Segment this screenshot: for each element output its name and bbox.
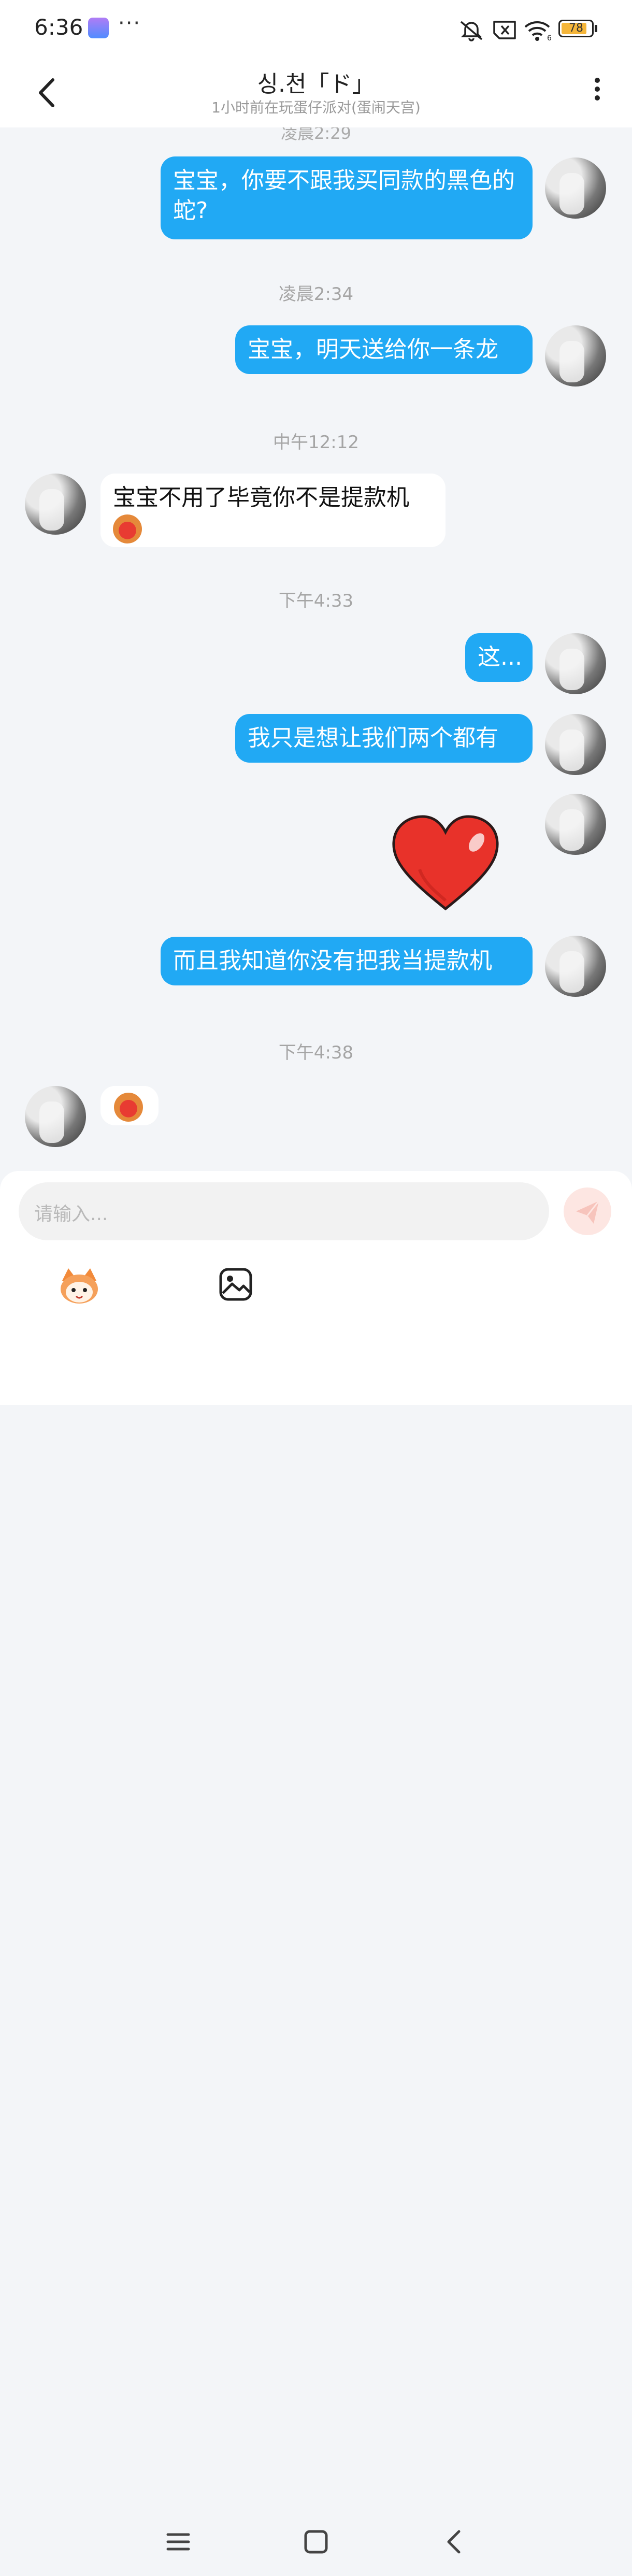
message-text: 宝宝不用了毕竟你不是提款机	[113, 484, 409, 511]
avatar-contact[interactable]	[25, 474, 86, 535]
input-panel: 请输入...	[0, 1171, 632, 2554]
message-bubble-contact[interactable]: 宝宝不用了毕竟你不是提款机	[100, 474, 446, 547]
chat-messages[interactable]: 凌晨2:29 宝宝，你要不跟我买同款的黑色的蛇? 凌晨2:34 宝宝，明天送给你…	[0, 127, 632, 1171]
heart-sticker-icon[interactable]	[389, 812, 502, 916]
message-bubble-contact[interactable]	[100, 1086, 159, 1125]
timestamp: 中午12:12	[273, 432, 359, 453]
timestamp: 凌晨2:29	[281, 127, 351, 143]
chat-header: 싱.천「ド」 1小时前在玩蛋仔派对(蛋闹天宫)	[0, 57, 632, 127]
message-bubble-self[interactable]: 宝宝，明天送给你一条龙	[235, 325, 533, 374]
input-placeholder: 请输入...	[34, 1204, 108, 1225]
chat-title[interactable]: 싱.천「ド」	[0, 65, 632, 98]
message-bubble-self[interactable]: 这...	[465, 633, 533, 682]
more-icon	[595, 78, 600, 83]
status-more: ···	[118, 11, 141, 35]
avatar-self[interactable]	[545, 936, 606, 997]
avatar-self[interactable]	[545, 158, 606, 219]
emoji-mascot-icon[interactable]	[57, 1265, 102, 1307]
more-button[interactable]	[585, 75, 609, 111]
send-icon	[576, 1200, 600, 1224]
avatar-self[interactable]	[545, 633, 606, 694]
avatar-self[interactable]	[545, 714, 606, 775]
timestamp: 下午4:33	[278, 591, 354, 611]
no-sim-icon	[493, 21, 516, 39]
status-bar: 6:36 ··· 6 78	[0, 0, 632, 57]
chat-subtitle: 1小时前在玩蛋仔派对(蛋闹天宫)	[211, 99, 421, 116]
battery-icon: 78	[558, 20, 594, 37]
app-notification-icon	[88, 18, 109, 38]
menu-icon[interactable]	[163, 2526, 194, 2557]
send-button[interactable]	[564, 1187, 611, 1235]
mascot-emoji-icon	[113, 514, 142, 543]
nav-back-icon[interactable]	[439, 2526, 470, 2557]
image-icon[interactable]	[219, 1267, 253, 1301]
system-nav-bar	[0, 2513, 632, 2576]
timestamp: 凌晨2:34	[278, 284, 354, 305]
avatar-self[interactable]	[545, 794, 606, 855]
home-icon[interactable]	[300, 2526, 332, 2557]
wifi-icon: 6	[524, 21, 552, 41]
mascot-emoji-icon	[114, 1093, 143, 1122]
message-bubble-self[interactable]: 我只是想让我们两个都有	[235, 714, 533, 763]
timestamp: 下午4:38	[278, 1042, 354, 1063]
message-bubble-self[interactable]: 宝宝，你要不跟我买同款的黑色的蛇?	[161, 156, 533, 239]
wifi-badge: 6	[547, 34, 552, 41]
status-time: 6:36	[34, 15, 83, 40]
message-input[interactable]: 请输入...	[19, 1182, 549, 1240]
avatar-contact[interactable]	[25, 1086, 86, 1147]
message-bubble-self[interactable]: 而且我知道你没有把我当提款机	[161, 937, 533, 985]
avatar-self[interactable]	[545, 325, 606, 387]
battery-level: 78	[569, 22, 583, 35]
mute-icon	[460, 21, 483, 41]
